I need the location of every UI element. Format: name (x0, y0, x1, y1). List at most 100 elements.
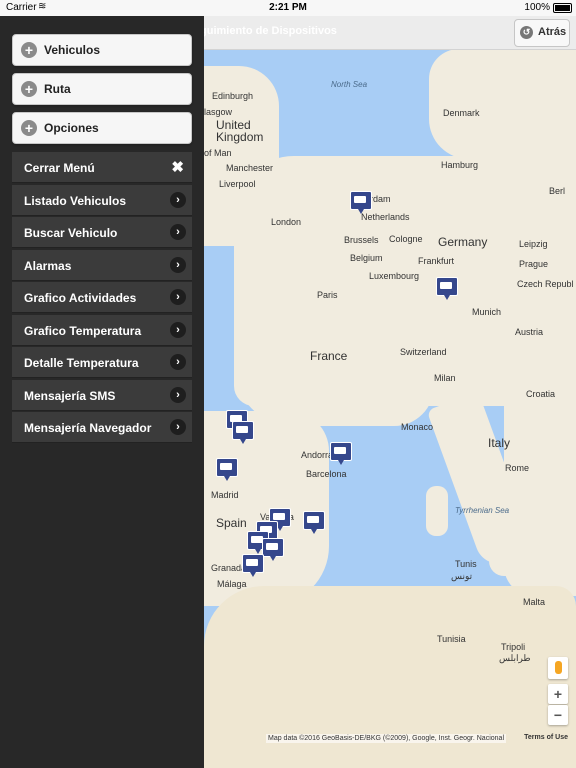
truck-icon (273, 513, 285, 520)
plus-icon: + (21, 42, 37, 58)
top-bar: guimiento de Dispositivos ↺ Atrás (204, 16, 576, 50)
vehicle-marker[interactable] (262, 538, 284, 561)
menu-item-label: Mensajería Navegador (24, 421, 152, 435)
plus-icon: + (21, 120, 37, 136)
map-label-berlin: Berl (549, 186, 566, 196)
menu-item-listado-vehiculos[interactable]: Listado Vehiculos › (12, 185, 192, 216)
side-menu: + Vehiculos + Ruta + Opciones Cerrar Men… (0, 16, 204, 768)
map-label-monaco: Monaco (401, 422, 434, 432)
vehicle-marker[interactable] (330, 442, 352, 465)
map-label-isle-of-man: of Man (204, 148, 232, 158)
map-label-rome: Rome (505, 463, 530, 473)
map-label-switzerland: Switzerland (400, 347, 447, 357)
map-label-milan: Milan (434, 373, 456, 383)
map-label-prague: Prague (519, 259, 549, 269)
map-label-tripoli-ar: طرابلس (499, 653, 531, 663)
menu-item-label: Detalle Temperatura (24, 356, 139, 370)
map-label-munich: Munich (472, 307, 502, 317)
map-label-north-sea: North Sea (331, 80, 368, 89)
land-sicily (489, 546, 534, 576)
menu-item-label: Buscar Vehiculo (24, 226, 118, 240)
menu-item-mensajeria-sms[interactable]: Mensajería SMS › (12, 380, 192, 411)
vehicle-marker[interactable] (216, 458, 238, 481)
truck-icon (334, 447, 346, 454)
back-button-label: Atrás (538, 26, 567, 38)
map-label-edinburgh: Edinburgh (212, 91, 254, 101)
close-menu-item[interactable]: Cerrar Menú ✖ (12, 152, 192, 183)
map-view[interactable]: guimiento de Dispositivos ↺ Atrás North … (204, 16, 576, 768)
chevron-right-icon: › (170, 192, 186, 208)
vehiculos-label: Vehiculos (44, 43, 101, 57)
chevron-right-icon: › (170, 257, 186, 273)
land-sardinia (426, 486, 448, 536)
menu-item-label: Grafico Temperatura (24, 324, 142, 338)
opciones-button[interactable]: + Opciones (12, 112, 192, 144)
map-label-tunis: Tunis (455, 559, 477, 569)
vehicle-marker[interactable] (350, 191, 372, 214)
vehicle-marker[interactable] (232, 421, 254, 444)
land-scandinavia (429, 49, 576, 159)
map-label-malaga: Málaga (217, 579, 247, 589)
chevron-right-icon: › (170, 354, 186, 370)
zoom-out-button[interactable]: − (548, 705, 568, 725)
chevron-right-icon: › (170, 322, 186, 338)
menu-item-mensajeria-navegador[interactable]: Mensajería Navegador › (12, 412, 192, 443)
menu-item-grafico-temperatura[interactable]: Grafico Temperatura › (12, 315, 192, 346)
page-title: guimiento de Dispositivos (204, 25, 337, 37)
ruta-label: Ruta (44, 82, 71, 96)
truck-icon (220, 463, 232, 470)
map-label-granada: Granada (211, 563, 247, 573)
map-attribution: Map data ©2016 GeoBasis-DE/BKG (©2009), … (266, 734, 506, 743)
map-label-denmark: Denmark (443, 108, 480, 118)
map-label-tyrrhenian: Tyrrhenian Sea (455, 506, 510, 515)
truck-icon (440, 282, 452, 289)
map-label-austria: Austria (515, 327, 544, 337)
map-label-france: France (310, 349, 348, 363)
battery-icon (553, 3, 572, 13)
menu-item-grafico-actividades[interactable]: Grafico Actividades › (12, 282, 192, 313)
street-view-pegman-icon[interactable] (548, 657, 568, 679)
menu-item-detalle-temperatura[interactable]: Detalle Temperatura › (12, 347, 192, 378)
map-label-hamburg: Hamburg (441, 160, 479, 170)
menu-item-label: Mensajería SMS (24, 389, 116, 403)
close-icon: ✖ (171, 159, 184, 176)
map-label-brussels: Brussels (344, 235, 379, 245)
map-label-germany: Germany (438, 235, 488, 249)
ruta-button[interactable]: + Ruta (12, 73, 192, 105)
chevron-right-icon: › (170, 289, 186, 305)
back-arrow-icon: ↺ (520, 26, 533, 39)
map-label-barcelona: Barcelona (306, 469, 347, 479)
status-bar: Carrier ≋ 2:21 PM 100% (0, 0, 576, 16)
menu-item-alarmas[interactable]: Alarmas › (12, 250, 192, 281)
chevron-right-icon: › (170, 387, 186, 403)
chevron-right-icon: › (170, 419, 186, 435)
map-label-tunis-ar: تونس (451, 571, 473, 581)
vehicle-marker[interactable] (436, 277, 458, 300)
map-label-luxembourg: Luxembourg (369, 271, 420, 281)
terms-of-use-link[interactable]: Terms of Use (524, 734, 568, 741)
battery-percent: 100% (524, 2, 550, 13)
map-label-manchester: Manchester (226, 163, 274, 173)
chevron-right-icon: › (170, 224, 186, 240)
map-label-liverpool: Liverpool (219, 179, 256, 189)
plus-icon: + (21, 81, 37, 97)
menu-item-label: Grafico Actividades (24, 291, 137, 305)
menu-item-label: Alarmas (24, 259, 72, 273)
menu-item-buscar-vehiculo[interactable]: Buscar Vehiculo › (12, 217, 192, 248)
map-label-tripoli: Tripoli (501, 642, 526, 652)
map-label-malta: Malta (523, 597, 546, 607)
map-label-london: London (271, 217, 302, 227)
map-label-belgium: Belgium (350, 253, 383, 263)
zoom-in-button[interactable]: + (548, 684, 568, 704)
map-label-frankfurt: Frankfurt (418, 256, 455, 266)
map-label-czech: Czech Republ (517, 279, 574, 289)
truck-icon (246, 559, 258, 566)
back-button[interactable]: ↺ Atrás (514, 19, 570, 47)
map-label-glasgow: lasgow (204, 107, 233, 117)
vehiculos-button[interactable]: + Vehiculos (12, 34, 192, 66)
vehicle-marker[interactable] (242, 554, 264, 577)
map-label-madrid: Madrid (211, 490, 239, 500)
map-label-uk-2: Kingdom (216, 130, 264, 144)
map-label-netherlands: Netherlands (361, 212, 410, 222)
vehicle-marker[interactable] (303, 511, 325, 534)
